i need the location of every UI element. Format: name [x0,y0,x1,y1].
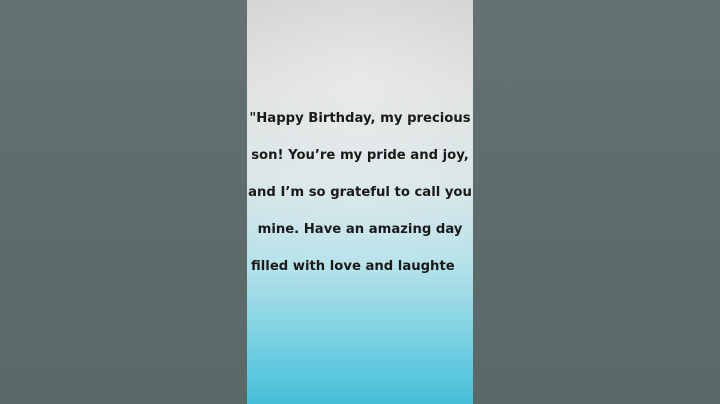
quote-line: and I’m so grateful to call you [248,185,472,200]
quote-line: filled with love and laughte [251,259,455,274]
left-blurred-background [0,0,247,404]
video-frame: "Happy Birthday, my precious son! You’re… [0,0,720,404]
birthday-quote: "Happy Birthday, my precious son! You’re… [247,100,473,285]
right-blurred-background [473,0,720,404]
quote-line: "Happy Birthday, my precious [249,111,471,126]
quote-card: "Happy Birthday, my precious son! You’re… [247,0,473,404]
quote-line: son! You’re my pride and joy, [251,148,469,163]
quote-line: mine. Have an amazing day [257,222,463,237]
